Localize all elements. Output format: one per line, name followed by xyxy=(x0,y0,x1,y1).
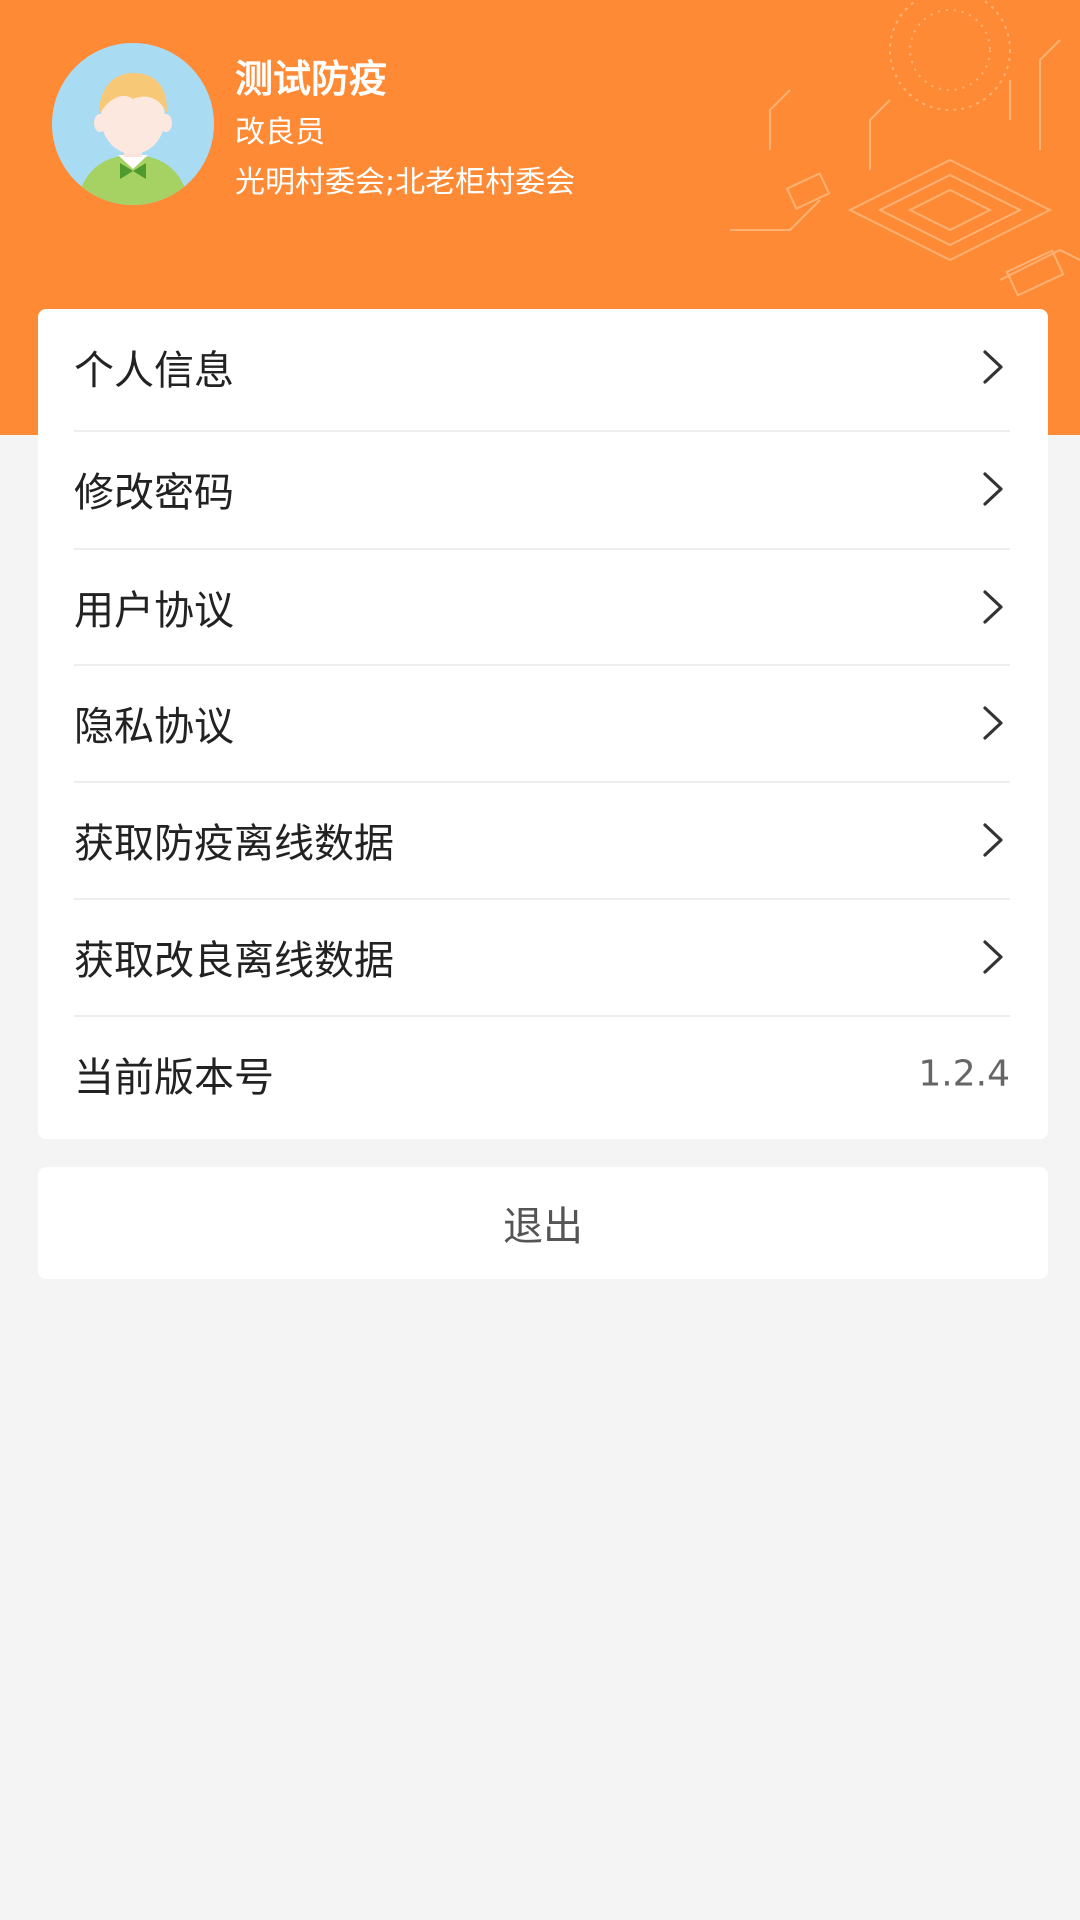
chevron-right-icon xyxy=(983,472,1003,506)
chevron-right-icon xyxy=(983,706,1003,740)
menu-item-label: 隐私协议 xyxy=(74,704,234,750)
menu-item-label: 获取改良离线数据 xyxy=(74,938,394,984)
settings-menu: 个人信息 修改密码 用户协议 隐私协议 获取防疫离线数据 获取改良离线数据 当前… xyxy=(38,309,1048,1139)
user-role: 改良员 xyxy=(235,115,325,150)
user-name: 测试防疫 xyxy=(235,57,388,101)
tech-illustration xyxy=(730,0,1080,297)
chevron-right-icon xyxy=(983,940,1003,974)
chevron-right-icon xyxy=(983,350,1003,384)
menu-item-label: 用户协议 xyxy=(74,588,234,634)
menu-item-user-agreement[interactable]: 用户协议 xyxy=(74,549,1048,665)
version-value: 1.2.4 xyxy=(918,1053,1010,1095)
menu-item-label: 修改密码 xyxy=(74,470,234,516)
version-label: 当前版本号 xyxy=(74,1055,274,1101)
logout-label: 退出 xyxy=(503,1204,583,1250)
menu-item-label: 获取防疫离线数据 xyxy=(74,821,394,867)
avatar-illustration xyxy=(52,43,214,205)
menu-item-personal-info[interactable]: 个人信息 xyxy=(74,309,1048,425)
profile-page: 测试防疫 改良员 光明村委会;北老柜村委会 个人信息 修改密码 用户协议 隐私协… xyxy=(0,0,1080,1920)
menu-item-epidemic-offline-data[interactable]: 获取防疫离线数据 xyxy=(74,782,1048,898)
menu-item-version: 当前版本号 1.2.4 xyxy=(74,1016,1048,1132)
chevron-right-icon xyxy=(983,823,1003,857)
logout-button[interactable]: 退出 xyxy=(38,1167,1048,1279)
user-avatar-icon[interactable] xyxy=(52,43,214,205)
menu-item-improvement-offline-data[interactable]: 获取改良离线数据 xyxy=(74,899,1048,1015)
menu-item-label: 个人信息 xyxy=(74,348,234,394)
menu-item-change-password[interactable]: 修改密码 xyxy=(74,431,1048,547)
menu-item-privacy-agreement[interactable]: 隐私协议 xyxy=(74,665,1048,781)
chevron-right-icon xyxy=(983,590,1003,624)
user-organization: 光明村委会;北老柜村委会 xyxy=(235,165,576,200)
